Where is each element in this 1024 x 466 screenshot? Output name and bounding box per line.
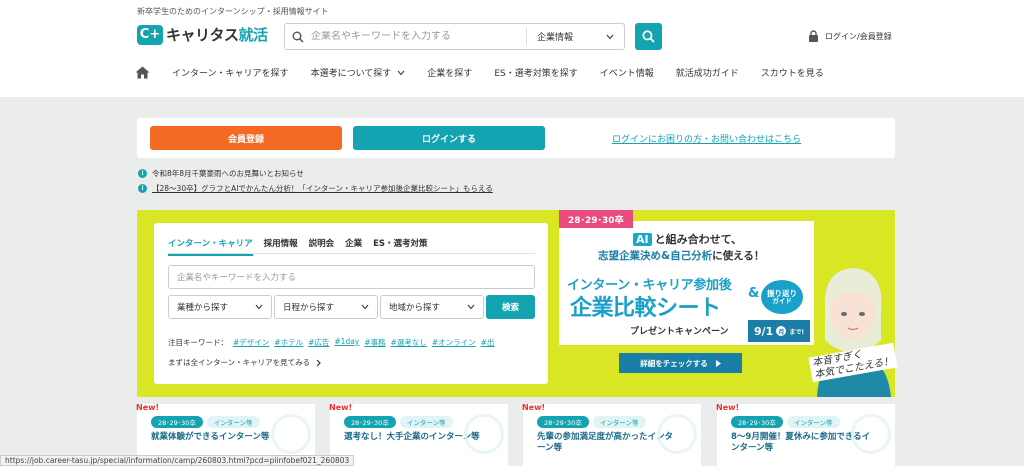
header-search: 企業情報	[284, 23, 625, 50]
banner-amp: &	[748, 286, 760, 301]
chevron-right-icon	[316, 359, 321, 366]
info-icon: i	[138, 169, 147, 178]
feature-card[interactable]: New! 28･29･30卒 インターン等 選考なし！大手企業のインターン等	[329, 403, 508, 466]
notice-item: i 令和8年8月千葉豪雨へのお見舞いとお知らせ	[138, 168, 304, 179]
nav-companies[interactable]: 企業を探す	[427, 66, 472, 79]
card-title: 先輩の参加満足度が高かったインターン等	[537, 432, 674, 454]
year-chip: 28･29･30卒	[344, 416, 396, 428]
keyword-link[interactable]: #選考なし	[391, 337, 427, 348]
chevron-down-icon	[397, 70, 405, 75]
banner-deadline: 9/1 月まで!	[748, 320, 811, 342]
schedule-select-label: 日程から探す	[283, 303, 335, 313]
medal-icon	[657, 414, 697, 454]
type-chip: インターン等	[786, 416, 840, 428]
login-register-link[interactable]: ログイン/会員登録	[808, 30, 892, 42]
play-triangle-icon	[715, 359, 721, 367]
type-chip: インターン等	[592, 416, 646, 428]
site-logo[interactable]: C+ キャリタス就活	[137, 24, 268, 45]
year-chip: 28･29･30卒	[537, 416, 589, 428]
nav-selection[interactable]: 本選考について探す	[311, 66, 406, 79]
banner-guide-badge: 振り返り ガイド	[761, 280, 803, 314]
rocket-icon	[464, 414, 504, 454]
login-register-label: ログイン/会員登録	[825, 31, 892, 41]
nav-events[interactable]: イベント情報	[600, 66, 654, 79]
help-link[interactable]: ログインにお困りの方・お問い合わせはこちら	[612, 132, 801, 145]
chevron-down-icon	[467, 304, 475, 310]
view-all-link[interactable]: まずは全インターン・キャリアを見てみる	[168, 357, 321, 368]
logo-mark: C+	[137, 24, 163, 45]
feature-card[interactable]: New! 28･29･30卒 インターン等 先輩の参加満足度が高かったインターン等	[522, 403, 701, 466]
chevron-down-icon	[361, 304, 369, 310]
keyword-link[interactable]: #ホテル	[274, 337, 303, 348]
schedule-select[interactable]: 日程から探す	[274, 295, 378, 319]
chevron-down-icon	[606, 34, 614, 39]
year-chip: 28･29･30卒	[731, 416, 783, 428]
keyword-link[interactable]: #事務	[364, 337, 385, 348]
nav-es[interactable]: ES・選考対策を探す	[494, 66, 577, 79]
type-chip: インターン等	[206, 416, 260, 428]
banner-campaign-text: プレゼントキャンペーン	[630, 327, 729, 337]
banner-line-2: 志望企業決め&自己分析に使える！	[598, 250, 765, 262]
card-title: 選考なし！大手企業のインターン等	[344, 432, 480, 442]
nav-scout[interactable]: スカウトを見る	[761, 66, 824, 79]
logo-name: キャリタス就活	[166, 26, 268, 44]
keyword-link[interactable]: #デザイン	[233, 337, 269, 348]
industry-select[interactable]: 業種から探す	[168, 295, 272, 319]
new-badge: New!	[716, 403, 740, 412]
keyword-link[interactable]: #1day	[334, 337, 359, 348]
nav-selection-label: 本選考について探す	[310, 69, 392, 79]
keywords-label: 注目キーワード：	[168, 338, 228, 347]
nav-intern[interactable]: インターン・キャリアを探す	[172, 66, 289, 79]
tab-divider	[168, 253, 535, 254]
search-icon	[642, 30, 655, 43]
global-nav: インターン・キャリアを探す 本選考について探す 企業を探す ES・選考対策を探す…	[135, 66, 846, 79]
card-title: 就業体験ができるインターン等	[151, 432, 270, 442]
info-icon: i	[138, 184, 147, 193]
notice-link[interactable]: 【28〜30卒】グラフとAIでかんたん分析！「インターン・キャリア参加後企業比較…	[152, 183, 493, 194]
chevron-down-icon	[255, 304, 263, 310]
search-button[interactable]	[635, 23, 662, 50]
search-category-label: 企業情報	[537, 33, 574, 43]
industry-select-label: 業種から探す	[177, 303, 229, 313]
notice-item: i 【28〜30卒】グラフとAIでかんたん分析！「インターン・キャリア参加後企業…	[138, 183, 493, 194]
status-bar-url: https://job.career-tasu.jp/special/infor…	[0, 455, 355, 466]
target-icon	[271, 414, 311, 454]
new-badge: New!	[329, 403, 353, 412]
search-category-select[interactable]: 企業情報	[527, 30, 624, 43]
keyword-search-button[interactable]: 検索	[486, 295, 535, 319]
banner-headline: 企業比較シート	[570, 296, 721, 321]
keyword-link[interactable]: #オンライン	[432, 337, 476, 348]
type-chip: インターン等	[399, 416, 453, 428]
region-select[interactable]: 地域から探す	[380, 295, 484, 319]
keyword-input[interactable]: 企業名やキーワードを入力する	[168, 265, 535, 289]
register-button[interactable]: 会員登録	[150, 126, 342, 150]
region-select-label: 地域から探す	[389, 303, 441, 313]
view-all-label: まずは全インターン・キャリアを見てみる	[168, 358, 311, 367]
keyword-link[interactable]: #広告	[308, 337, 329, 348]
lock-icon	[809, 30, 818, 42]
banner-detail-button[interactable]: 詳細をチェックする	[619, 353, 742, 373]
new-badge: New!	[522, 403, 546, 412]
login-button[interactable]: ログインする	[353, 126, 545, 150]
year-chip: 28･29･30卒	[151, 416, 203, 428]
search-icon	[285, 31, 311, 43]
home-icon[interactable]	[135, 66, 150, 79]
tagline: 新卒学生のためのインターンシップ・採用情報サイト	[137, 7, 329, 16]
featured-keywords: 注目キーワード： #デザイン #ホテル #広告 #1day #事務 #選考なし …	[168, 337, 535, 348]
feature-card[interactable]: New! 28･29･30卒 インターン等 8〜9月開催！夏休みに参加できるインタ…	[716, 403, 895, 466]
banner-detail-label: 詳細をチェックする	[640, 358, 708, 368]
new-badge: New!	[136, 403, 160, 412]
search-input[interactable]	[311, 31, 526, 42]
keyword-link[interactable]: #出	[481, 337, 495, 348]
sun-icon	[851, 414, 891, 454]
card-title: 8〜9月開催！夏休みに参加できるインターン等	[731, 432, 871, 454]
notice-text[interactable]: 令和8年8月千葉豪雨へのお見舞いとお知らせ	[152, 168, 304, 179]
banner-year-tag: 28･29･30卒	[559, 210, 633, 228]
nav-guide[interactable]: 就活成功ガイド	[676, 66, 739, 79]
banner-line-1: AI と組み合わせて、	[633, 231, 742, 247]
